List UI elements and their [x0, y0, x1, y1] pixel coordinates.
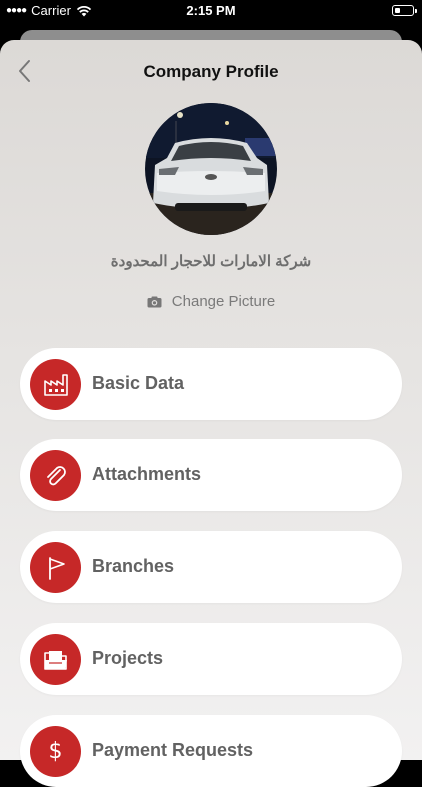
- battery-icon: [392, 5, 417, 16]
- paperclip-icon: [30, 450, 81, 501]
- menu-item-label: Attachments: [92, 464, 202, 484]
- status-time: 2:15 PM: [186, 3, 236, 18]
- menu-item-label: Branches: [92, 556, 175, 576]
- profile-sheet: Company Profile شركة الامارات للاحجار ال…: [0, 40, 422, 787]
- dollar-icon: $: [30, 726, 81, 777]
- menu-item-projects[interactable]: Projects: [20, 623, 402, 695]
- flag-icon: [30, 542, 81, 593]
- factory-icon: [30, 359, 81, 410]
- car-photo: [145, 103, 277, 235]
- menu-item-payment-requests[interactable]: $ Payment Requests: [20, 715, 402, 787]
- company-name: شركة الامارات للاحجار المحدودة: [110, 253, 312, 270]
- menu-item-label: Projects: [92, 648, 164, 668]
- page-title: Company Profile: [143, 62, 279, 81]
- status-bar: ●●●● Carrier 2:15 PM: [0, 0, 422, 22]
- menu-item-basic-data[interactable]: Basic Data: [20, 348, 402, 420]
- menu-item-attachments[interactable]: Attachments: [20, 439, 402, 511]
- nav-bar: Company Profile: [0, 58, 422, 88]
- menu-item-label: Basic Data: [92, 373, 185, 393]
- company-avatar[interactable]: [145, 103, 277, 235]
- folder-icon: [30, 634, 81, 685]
- change-picture-button[interactable]: Change Picture: [0, 293, 422, 310]
- menu-item-branches[interactable]: Branches: [20, 531, 402, 603]
- camera-icon: [147, 296, 162, 307]
- change-picture-label: Change Picture: [171, 293, 276, 310]
- menu-item-label: Payment Requests: [92, 740, 254, 760]
